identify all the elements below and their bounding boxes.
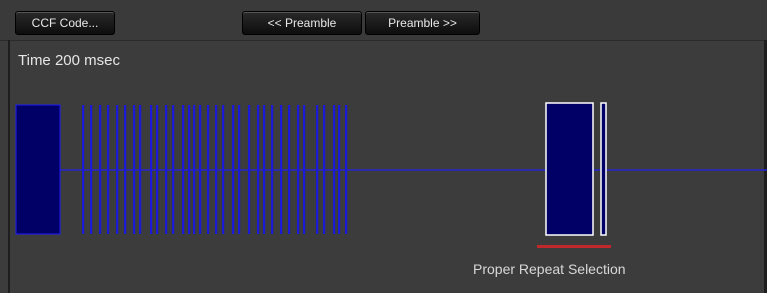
lead-in-pulse — [15, 104, 61, 235]
burst-pulse — [248, 105, 251, 234]
burst-pulse — [232, 105, 235, 234]
burst-pulse — [199, 105, 202, 234]
burst-pulse — [124, 105, 127, 234]
burst-pulse — [172, 105, 175, 234]
burst-pulse — [288, 105, 291, 234]
burst-pulse — [107, 105, 110, 234]
burst-pulse — [82, 105, 85, 234]
burst-pulse — [150, 105, 153, 234]
burst-pulse — [303, 105, 306, 234]
burst-pulse — [165, 105, 168, 234]
repeat-pulse-thin-selected — [600, 102, 607, 236]
ir-signal-viewer: CCF Code... << Preamble Preamble >> Time… — [0, 0, 767, 293]
burst-pulse — [139, 105, 142, 234]
burst-pulse — [338, 105, 341, 234]
burst-pulse — [263, 105, 266, 234]
burst-pulse — [238, 105, 241, 234]
burst-pulse — [99, 105, 102, 234]
signal-waveform[interactable] — [0, 0, 767, 293]
burst-pulse — [156, 105, 159, 234]
burst-pulse — [271, 105, 274, 234]
burst-pulse — [188, 105, 191, 234]
burst-pulse — [345, 105, 348, 234]
burst-pulse — [182, 105, 185, 234]
burst-pulse — [222, 105, 225, 234]
repeat-selection-marker — [537, 245, 611, 248]
burst-pulse — [280, 105, 283, 234]
burst-pulse — [193, 105, 196, 234]
burst-pulse — [207, 105, 210, 234]
burst-pulse — [257, 105, 260, 234]
burst-pulse — [333, 105, 336, 234]
burst-pulse — [90, 105, 93, 234]
burst-pulse — [116, 105, 119, 234]
burst-pulse — [297, 105, 300, 234]
burst-pulse — [133, 105, 136, 234]
burst-pulse — [215, 105, 218, 234]
repeat-pulse-selected — [545, 102, 594, 236]
burst-pulse — [316, 105, 319, 234]
burst-pulse — [323, 105, 326, 234]
repeat-selection-label: Proper Repeat Selection — [473, 261, 626, 277]
